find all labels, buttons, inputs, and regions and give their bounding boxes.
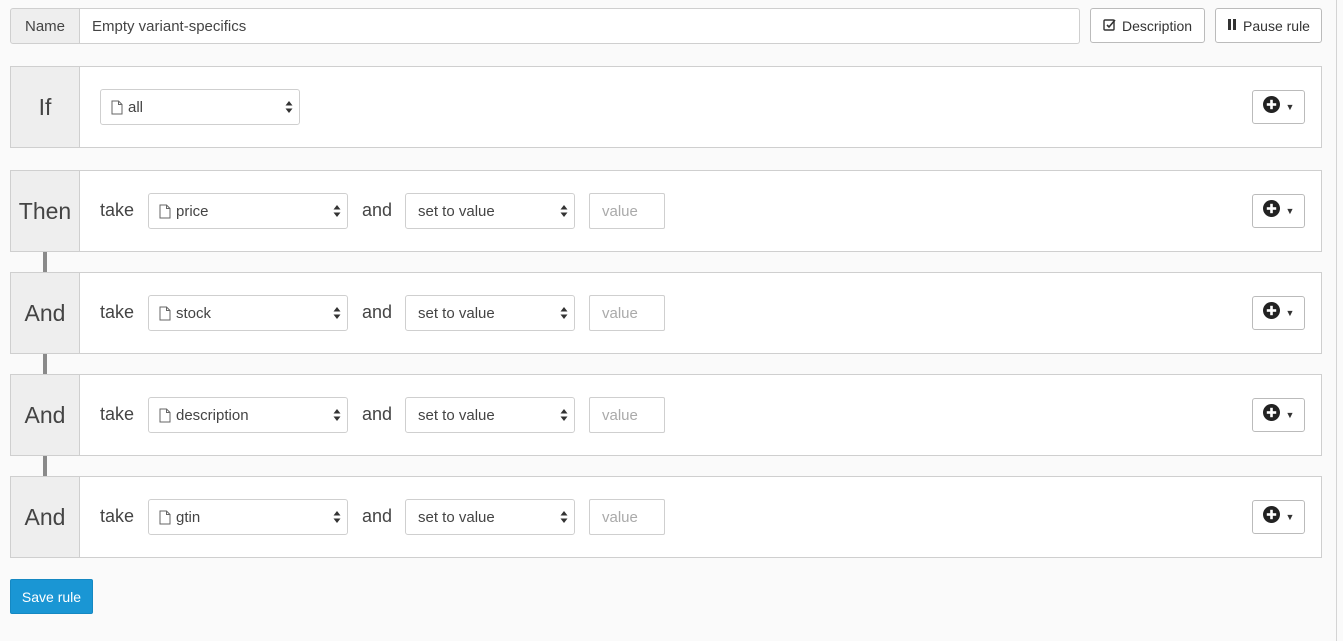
and-word: and: [362, 506, 393, 526]
save-rule-button[interactable]: Save rule: [10, 579, 93, 614]
sort-arrows-icon: [333, 306, 341, 324]
document-icon: [159, 204, 171, 219]
action-block: Then take price and set to value value ▼: [10, 170, 1322, 252]
operation-select[interactable]: set to value: [405, 295, 575, 331]
plus-circle-icon: [1262, 302, 1280, 324]
operation-select-value: set to value: [418, 202, 495, 220]
field-select[interactable]: description: [148, 397, 348, 433]
block-connector: [43, 456, 47, 476]
operation-select[interactable]: set to value: [405, 499, 575, 535]
condition-select[interactable]: all: [100, 89, 300, 125]
block-connector: [43, 354, 47, 374]
rule-name-group: Name: [10, 8, 1080, 44]
action-block: And take stock and set to value value ▼: [10, 272, 1322, 354]
operation-select-value: set to value: [418, 304, 495, 322]
name-label: Name: [10, 8, 80, 44]
action-label: Then: [11, 171, 80, 251]
sort-arrows-icon: [285, 100, 293, 118]
operation-select-value: set to value: [418, 406, 495, 424]
and-word: and: [362, 200, 393, 220]
rule-name-input[interactable]: [80, 8, 1080, 44]
caret-down-icon: ▼: [1285, 410, 1295, 420]
condition-block: If all ▼: [10, 66, 1322, 148]
description-button[interactable]: Description: [1090, 8, 1205, 43]
operation-select[interactable]: set to value: [405, 397, 575, 433]
field-select[interactable]: price: [148, 193, 348, 229]
field-select-value: price: [176, 202, 209, 220]
document-icon: [159, 408, 171, 423]
document-icon: [111, 100, 123, 115]
action-label: And: [11, 477, 80, 557]
field-select[interactable]: gtin: [148, 499, 348, 535]
caret-down-icon: ▼: [1285, 102, 1295, 112]
operation-select[interactable]: set to value: [405, 193, 575, 229]
caret-down-icon: ▼: [1285, 206, 1295, 216]
condition-select-value: all: [128, 98, 144, 116]
condition-label: If: [11, 67, 80, 147]
add-action-button[interactable]: ▼: [1252, 398, 1305, 432]
plus-circle-icon: [1262, 96, 1280, 118]
edit-square-icon: [1103, 18, 1116, 34]
scrollbar-edge: [1336, 0, 1337, 641]
take-word: take: [100, 200, 135, 220]
pause-button-label: Pause rule: [1243, 17, 1310, 34]
take-word: take: [100, 404, 135, 424]
add-action-button[interactable]: ▼: [1252, 296, 1305, 330]
plus-circle-icon: [1262, 404, 1280, 426]
sort-arrows-icon: [333, 408, 341, 426]
document-icon: [159, 510, 171, 525]
plus-circle-icon: [1262, 506, 1280, 528]
plus-circle-icon: [1262, 200, 1280, 222]
description-button-label: Description: [1121, 17, 1193, 34]
action-label: And: [11, 273, 80, 353]
field-select-value: description: [176, 406, 249, 424]
add-action-button[interactable]: ▼: [1252, 194, 1305, 228]
sort-arrows-icon: [333, 510, 341, 528]
value-input[interactable]: [589, 499, 665, 535]
sort-arrows-icon: [560, 510, 568, 528]
sort-arrows-icon: [560, 306, 568, 324]
sort-arrows-icon: [560, 408, 568, 426]
action-block: And take gtin and set to value value ▼: [10, 476, 1322, 558]
block-connector: [43, 252, 47, 272]
take-word: take: [100, 506, 135, 526]
document-icon: [159, 306, 171, 321]
pause-rule-button[interactable]: Pause rule: [1215, 8, 1322, 43]
add-action-button[interactable]: ▼: [1252, 500, 1305, 534]
sort-arrows-icon: [560, 204, 568, 222]
and-word: and: [362, 404, 393, 424]
action-block: And take description and set to value va…: [10, 374, 1322, 456]
and-word: and: [362, 302, 393, 322]
value-input[interactable]: [589, 397, 665, 433]
field-select-value: gtin: [176, 508, 201, 526]
take-word: take: [100, 302, 135, 322]
caret-down-icon: ▼: [1285, 512, 1295, 522]
caret-down-icon: ▼: [1285, 308, 1295, 318]
field-select-value: stock: [176, 304, 212, 322]
action-label: And: [11, 375, 80, 455]
sort-arrows-icon: [333, 204, 341, 222]
field-select[interactable]: stock: [148, 295, 348, 331]
operation-select-value: set to value: [418, 508, 495, 526]
value-input[interactable]: [589, 193, 665, 229]
pause-icon: [1227, 18, 1237, 34]
add-condition-button[interactable]: ▼: [1252, 90, 1305, 124]
value-input[interactable]: [589, 295, 665, 331]
